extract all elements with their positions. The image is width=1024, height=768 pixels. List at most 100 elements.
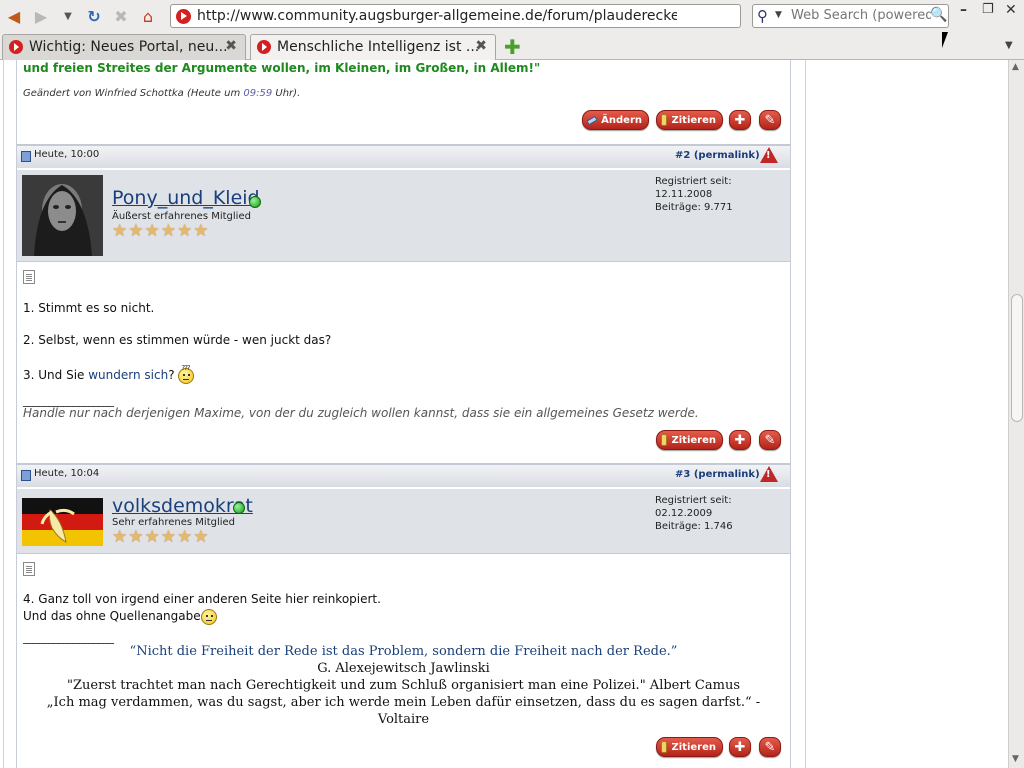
avatar[interactable] — [22, 175, 103, 256]
tab-close-icon[interactable]: ✖ — [475, 38, 487, 54]
signature-quote: „Ich mag verdammen, was du sagst, aber i… — [46, 695, 761, 710]
home-icon[interactable]: ⌂ — [137, 5, 159, 27]
edited-note-prefix: Geändert von Winfried Schottka (Heute um — [23, 88, 244, 99]
avatar[interactable] — [22, 498, 103, 546]
quote-icon — [661, 741, 668, 753]
site-favicon-icon — [176, 9, 191, 24]
multiquote-plus-icon: ✚ — [734, 112, 746, 128]
forum-thread-page: und freien Streites der Argumente wollen… — [0, 60, 1008, 768]
search-engine-dropdown-icon[interactable]: ▼ — [775, 10, 782, 20]
permalink-label[interactable]: permalink — [698, 469, 755, 480]
signature-quote-link[interactable]: “Nicht die Freiheit der Rede ist das Pro… — [130, 644, 678, 659]
quote-button-label: Zitieren — [671, 741, 716, 753]
quote-button-label: Zitieren — [671, 434, 716, 446]
tab-title: Wichtig: Neues Portal, neu... — [29, 39, 228, 55]
post-permalink[interactable]: #3 (permalink) — [675, 469, 760, 480]
quote-icon — [661, 114, 668, 126]
edited-note-time: 09:59 — [243, 88, 273, 99]
tab-favicon-icon — [9, 40, 23, 54]
back-arrow-icon[interactable]: ◀ — [3, 5, 25, 27]
tab-menschliche-intelligenz[interactable]: Menschliche Intelligenz ist ... ✖ — [250, 34, 496, 60]
forward-arrow-icon[interactable]: ▶ — [30, 5, 52, 27]
report-warning-icon[interactable] — [760, 147, 778, 163]
mouse-cursor-icon — [942, 32, 948, 48]
multiquote-button[interactable]: ✚ — [729, 110, 751, 130]
tab-wichtig[interactable]: Wichtig: Neues Portal, neu... ✖ — [2, 34, 246, 60]
username-link[interactable]: volksdemokrat — [112, 495, 253, 517]
online-status-icon — [233, 502, 245, 514]
search-magnifier-icon[interactable]: 🔍 — [930, 7, 947, 23]
post-text-line: 3. Und Sie wundern sich? ??? — [23, 364, 195, 384]
multiquote-plus-icon: ✚ — [734, 432, 746, 448]
report-warning-icon[interactable] — [760, 466, 778, 482]
history-dropdown-icon[interactable]: ▼ — [57, 5, 79, 27]
confused-smiley-icon: ??? — [178, 364, 195, 384]
window-close-icon[interactable]: ✕ — [1005, 2, 1017, 18]
edited-note: Geändert von Winfried Schottka (Heute um… — [23, 88, 300, 99]
user-stats: Registriert seit: 02.12.2009 Beiträge: 1… — [655, 494, 790, 533]
browser-chrome: ◀ ▶ ▼ ↻ ✖ ⌂ http://www.community.augsbur… — [0, 0, 1024, 60]
quote-button-label: Zitieren — [671, 114, 716, 126]
post-header: Heute, 10:04 #3 (permalink) — [17, 463, 790, 487]
post-number[interactable]: #3 — [675, 469, 690, 480]
page-viewport: und freien Streites der Argumente wollen… — [0, 60, 1008, 768]
navigation-toolbar: ◀ ▶ ▼ ↻ ✖ ⌂ http://www.community.augsbur… — [0, 0, 1024, 32]
quote-button[interactable]: Zitieren — [656, 110, 723, 130]
post-count: Beiträge: 1.746 — [655, 521, 733, 532]
new-tab-plus-icon[interactable]: ✚ — [504, 35, 521, 59]
post-status-icon — [21, 151, 31, 162]
rank-stars-icon: ★★★★★★ — [112, 527, 210, 547]
user-info-row: volksdemokrat Sehr erfahrenes Mitglied ★… — [17, 489, 790, 554]
multiquote-plus-icon: ✚ — [734, 739, 746, 755]
quote-button[interactable]: Zitieren — [656, 737, 723, 757]
registered-since: Registriert seit: 12.11.2008 — [655, 176, 732, 200]
unsure-smiley-icon — [200, 608, 217, 625]
previous-post-quote-text: und freien Streites der Argumente wollen… — [23, 61, 541, 75]
post-text-line: Und das ohne Quellenangabe — [23, 608, 217, 625]
signature-divider: __________________ — [23, 630, 114, 644]
window-maximize-icon[interactable]: ❐ — [982, 2, 994, 17]
scroll-up-arrow-icon[interactable]: ▲ — [1012, 62, 1019, 72]
scroll-down-arrow-icon[interactable]: ▼ — [1012, 754, 1019, 764]
multiquote-button[interactable]: ✚ — [729, 737, 751, 757]
post-number[interactable]: #2 — [675, 150, 690, 161]
signature-block: “Nicht die Freiheit der Rede ist das Pro… — [17, 643, 790, 728]
tab-list-dropdown-icon[interactable]: ▼ — [1005, 40, 1013, 51]
quick-reply-button[interactable]: ✎ — [759, 110, 781, 130]
post-text-line: 2. Selbst, wenn es stimmen würde - wen j… — [23, 333, 332, 347]
reload-icon[interactable]: ↻ — [83, 5, 105, 27]
post-count: Beiträge: 9.771 — [655, 202, 733, 213]
post-text-line: 1. Stimmt es so nicht. — [23, 301, 155, 315]
line3-prefix: 3. Und Sie — [23, 368, 89, 382]
address-bar[interactable]: http://www.community.augsburger-allgemei… — [170, 4, 906, 28]
post-text-line: 4. Ganz toll von irgend einer anderen Se… — [23, 592, 381, 606]
pencil-icon: ✎ — [764, 432, 776, 448]
search-bar[interactable]: ⚲ ▼ 🔍 — [752, 4, 949, 28]
post-permalink[interactable]: #2 (permalink) — [675, 150, 760, 161]
quote-icon — [661, 434, 668, 446]
url-text[interactable]: http://www.community.augsburger-allgemei… — [197, 8, 677, 24]
quote-button[interactable]: Zitieren — [656, 430, 723, 450]
multiquote-button[interactable]: ✚ — [729, 430, 751, 450]
user-stats: Registriert seit: 12.11.2008 Beiträge: 9… — [655, 175, 790, 214]
message-document-icon — [23, 270, 35, 284]
signature-author: G. Alexejewitsch Jawlinski — [317, 661, 490, 676]
post-date: Heute, 10:04 — [34, 468, 100, 479]
right-column-border — [805, 60, 806, 768]
scrollbar-thumb[interactable] — [1011, 294, 1023, 422]
pencil-icon — [586, 115, 598, 125]
wundern-sich-link[interactable]: wundern sich — [88, 368, 168, 382]
post-date: Heute, 10:00 — [34, 149, 100, 160]
quick-reply-button[interactable]: ✎ — [759, 430, 781, 450]
username-link[interactable]: Pony_und_Kleid — [112, 187, 260, 209]
permalink-label[interactable]: permalink — [698, 150, 755, 161]
search-input[interactable] — [791, 8, 931, 23]
tab-close-icon[interactable]: ✖ — [225, 38, 237, 54]
stop-icon[interactable]: ✖ — [110, 5, 132, 27]
edit-button[interactable]: Ändern — [582, 110, 649, 130]
quick-reply-button[interactable]: ✎ — [759, 737, 781, 757]
window-minimize-icon[interactable]: – — [960, 2, 967, 18]
search-engine-icon[interactable]: ⚲ — [757, 7, 768, 25]
signature-quote: "Zuerst trachtet man nach Gerechtigkeit … — [66, 678, 741, 693]
vertical-scrollbar[interactable]: ▲ ▼ — [1008, 60, 1024, 768]
